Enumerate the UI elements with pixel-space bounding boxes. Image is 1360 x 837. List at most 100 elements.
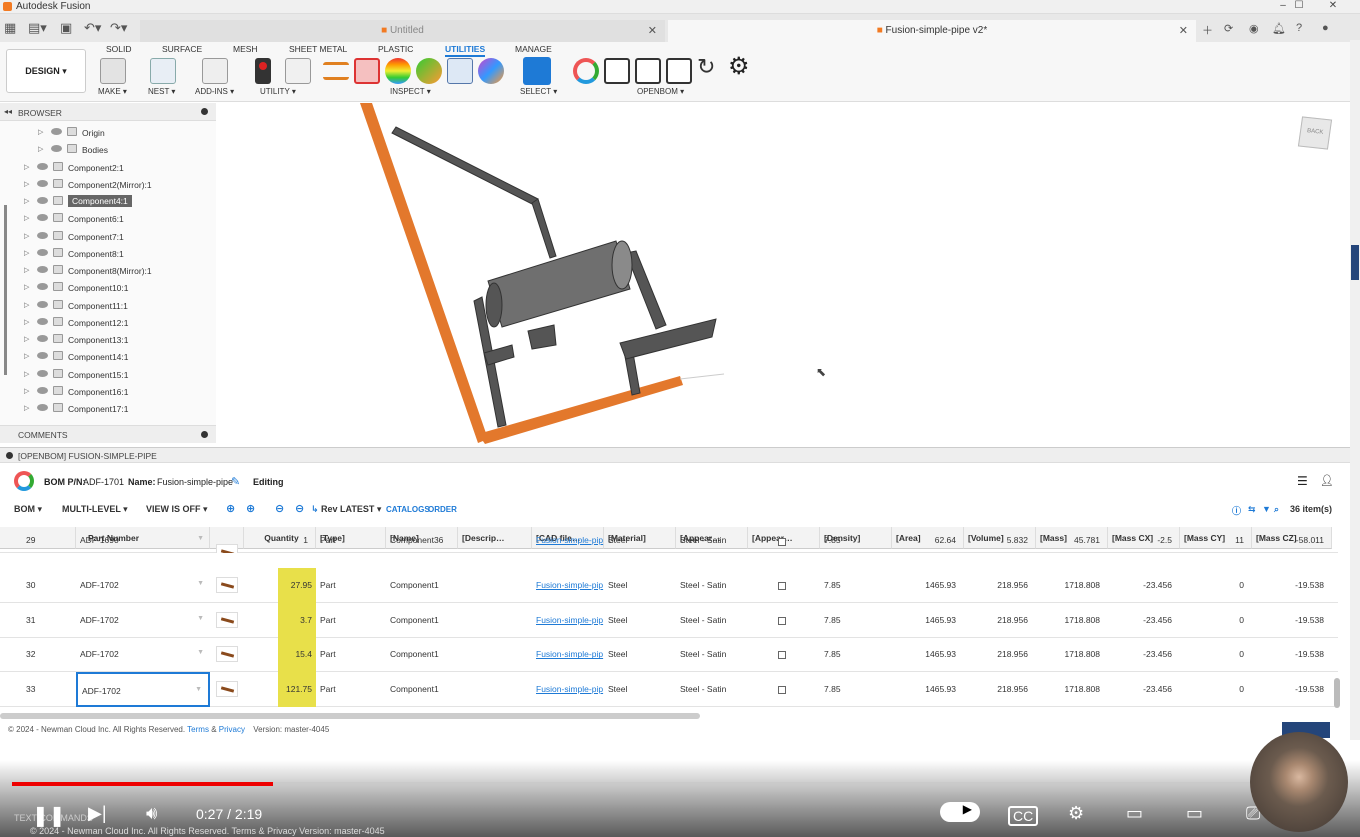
new-tab-icon[interactable]: ＋	[1202, 22, 1213, 38]
appearance-checkbox[interactable]	[748, 637, 820, 672]
appearance-checkbox[interactable]	[748, 568, 820, 603]
close-window-icon[interactable]: ✕	[1318, 0, 1348, 14]
expand-arrow-icon[interactable]: ▷	[24, 249, 29, 257]
tab-untitled[interactable]: ■ Untitled ✕	[140, 20, 665, 42]
group-utility[interactable]: UTILITY ▾	[260, 87, 296, 96]
table-row[interactable]: 33 ADF-1702 ▼ 121.75 Part Component1 Fusion-si…	[0, 672, 1338, 708]
expand-arrow-icon[interactable]: ▷	[24, 232, 29, 240]
viewcube[interactable]: BACK	[1297, 116, 1333, 150]
selected-cell[interactable]: ADF-1702 ▼	[76, 672, 210, 708]
table-row[interactable]: 31 ADF-1702 ▼ 3.7 Part Component1 Fusion-simpl…	[0, 602, 1338, 638]
group-select[interactable]: SELECT ▾	[520, 87, 557, 96]
info-icon[interactable]: ⓘ	[1232, 504, 1241, 517]
multi-level-dropdown[interactable]: MULTI-LEVEL ▾	[62, 504, 128, 515]
autoplay-toggle-icon[interactable]: ▶	[940, 802, 980, 822]
tab-active-document[interactable]: ■ Fusion-simple-pipe v2* ✕	[668, 20, 1196, 42]
expand-arrow-icon[interactable]: ▷	[38, 128, 43, 136]
visibility-eye-icon[interactable]	[37, 369, 48, 377]
window-scroll-thumb[interactable]	[1351, 245, 1359, 280]
search-icon[interactable]: ⌕	[1274, 504, 1279, 515]
miniplayer-icon[interactable]: ▭	[1126, 803, 1143, 824]
filter-icon[interactable]: ▼	[1262, 504, 1271, 514]
curvature-map-icon[interactable]	[385, 58, 411, 84]
expand-arrow-icon[interactable]: ▷	[24, 197, 29, 205]
select-tool-icon[interactable]	[523, 57, 551, 85]
collapse-icon[interactable]	[6, 452, 13, 459]
window-scrollbar[interactable]	[1350, 40, 1360, 740]
sort-icon[interactable]: ⇆	[1248, 504, 1256, 515]
openbom-grid-icon[interactable]	[635, 58, 661, 84]
menu-icon[interactable]: ☰	[1297, 474, 1308, 488]
tab-solid[interactable]: SOLID	[106, 44, 132, 54]
back-icon[interactable]: ⊖	[275, 502, 284, 515]
utility-table-icon[interactable]	[285, 58, 311, 84]
tab-surface[interactable]: SURFACE	[162, 44, 202, 54]
workspace-dropdown[interactable]: DESIGN ▾	[6, 49, 86, 93]
comments-header[interactable]: COMMENTS	[0, 425, 216, 443]
captions-icon[interactable]: CC	[1008, 806, 1039, 826]
expand-arrow-icon[interactable]: ▷	[24, 163, 29, 171]
browser-header[interactable]: ◂◂ BROWSER	[0, 103, 216, 121]
job-status-icon[interactable]: ◉	[1249, 22, 1259, 35]
view-dropdown[interactable]: VIEW IS OFF ▾	[146, 504, 208, 515]
section-analysis-icon[interactable]	[447, 58, 473, 84]
canvas-viewport[interactable]	[216, 103, 1350, 446]
cad-value[interactable]: Fusion-simple-pip	[536, 535, 603, 545]
revision-dropdown[interactable]: Rev LATEST ▾	[321, 504, 381, 515]
maximize-icon[interactable]: ☐	[1284, 0, 1314, 14]
settings-gear-icon[interactable]: ⚙	[728, 52, 754, 80]
visibility-eye-icon[interactable]	[37, 283, 48, 291]
group-make[interactable]: MAKE ▾	[98, 87, 127, 96]
tab-mesh[interactable]: MESH	[233, 44, 258, 54]
comments-pin-icon[interactable]	[201, 431, 208, 438]
group-inspect[interactable]: INSPECT ▾	[390, 87, 431, 96]
help-icon[interactable]: ?	[1296, 22, 1302, 34]
make-3dprint-icon[interactable]	[100, 58, 126, 84]
appearance-checkbox[interactable]	[748, 603, 820, 638]
checkbox-box[interactable]	[778, 686, 786, 695]
add-ins-icon[interactable]	[202, 58, 228, 84]
refresh-icon[interactable]: ↻	[697, 54, 723, 80]
tab-plastic[interactable]: PLASTIC	[378, 44, 413, 54]
measure-icon[interactable]	[323, 62, 349, 80]
cad-value[interactable]: Fusion-simple-pip	[536, 615, 603, 625]
bom-dropdown[interactable]: BOM ▾	[14, 504, 42, 515]
checkbox-box[interactable]	[778, 538, 786, 546]
next-icon[interactable]: ▶|	[88, 803, 107, 824]
dropdown-arrow-icon[interactable]: ▼	[197, 649, 204, 656]
video-progress-bar[interactable]	[12, 782, 1348, 786]
group-add-ins[interactable]: ADD-INS ▾	[195, 87, 234, 96]
expand-arrow-icon[interactable]: ▷	[38, 145, 43, 153]
visibility-eye-icon[interactable]	[37, 300, 48, 308]
utility-traffic-icon[interactable]	[255, 58, 271, 84]
visibility-eye-icon[interactable]	[37, 248, 48, 256]
expand-arrow-icon[interactable]: ▷	[24, 180, 29, 188]
visibility-eye-icon[interactable]	[37, 162, 48, 170]
nest-icon[interactable]	[150, 58, 176, 84]
notification-bell-icon[interactable]: 🔔︎	[1272, 22, 1286, 35]
visibility-eye-icon[interactable]	[37, 179, 48, 187]
close-tab-icon[interactable]: ✕	[1179, 24, 1188, 37]
browser-scrollbar[interactable]	[4, 205, 7, 375]
settings-icon[interactable]: ⚙	[1068, 803, 1084, 824]
checkbox-box[interactable]	[778, 651, 786, 660]
file-menu-icon[interactable]: ▤▾	[28, 20, 47, 36]
close-tab-icon[interactable]: ✕	[648, 24, 657, 37]
visibility-eye-icon[interactable]	[37, 317, 48, 325]
collapse-panel-icon[interactable]: ◂◂	[4, 107, 12, 116]
expand-arrow-icon[interactable]: ▷	[24, 404, 29, 412]
visibility-eye-icon[interactable]	[37, 231, 48, 239]
openbom-list-icon[interactable]	[604, 58, 630, 84]
appearance-checkbox[interactable]	[748, 535, 820, 553]
table-row[interactable]: 30 ADF-1702 ▼ 27.95 Part Component1 Fusion-sim…	[0, 568, 1338, 603]
visibility-eye-icon[interactable]	[51, 145, 62, 153]
expand-arrow-icon[interactable]: ▷	[24, 266, 29, 274]
visibility-eye-icon[interactable]	[51, 128, 62, 135]
table-row[interactable]: 29 ADF-1690 ▼ 1 Part Component36 Fusion-simple…	[0, 535, 1338, 553]
table-row[interactable]: 32 ADF-1702 ▼ 15.4 Part Component1 Fusion-simp…	[0, 637, 1338, 673]
arrow-up-icon[interactable]: ⊕	[226, 502, 235, 515]
checkbox-box[interactable]	[778, 616, 786, 625]
appearance-checkbox[interactable]	[748, 672, 820, 707]
expand-arrow-icon[interactable]: ▷	[24, 318, 29, 326]
dropdown-arrow-icon[interactable]: ▼	[197, 535, 204, 542]
